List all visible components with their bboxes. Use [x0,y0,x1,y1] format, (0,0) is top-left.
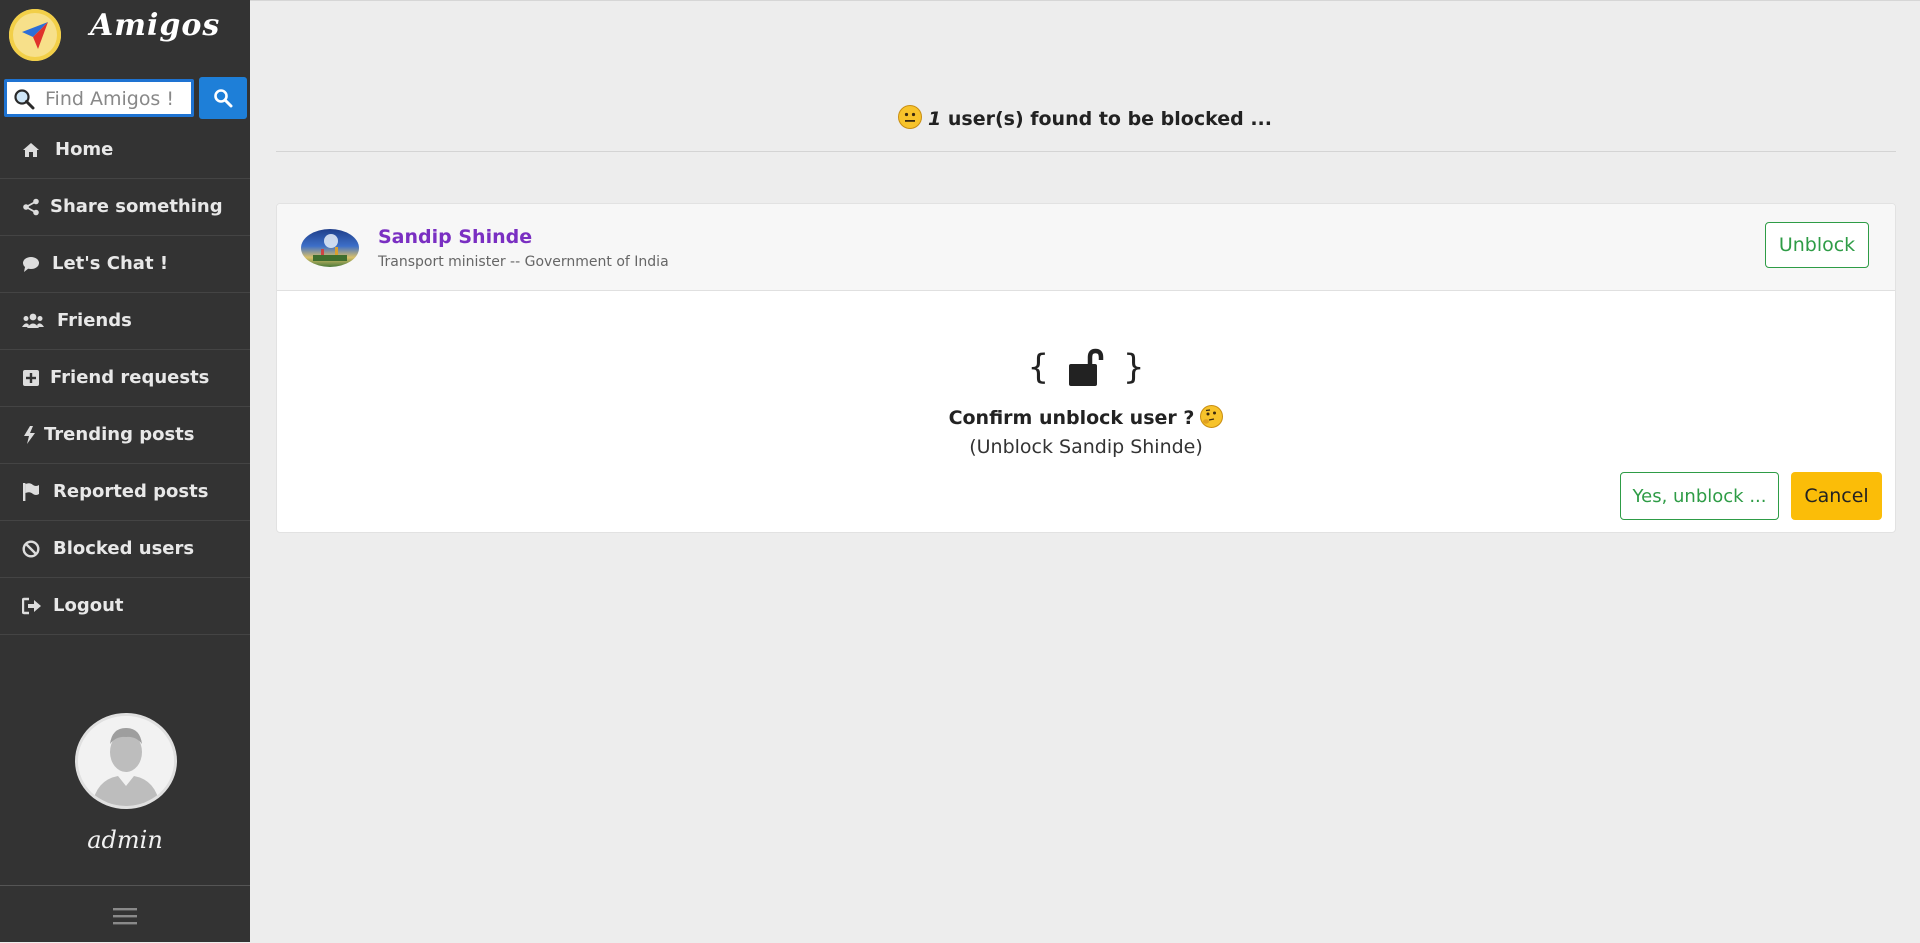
sidebar-item-label: Let's Chat ! [52,253,169,274]
sidebar-item-label: Logout [53,595,124,616]
unblock-button[interactable]: Unblock [1765,222,1869,268]
sidebar-item-label: Home [55,139,114,160]
sidebar-item-share[interactable]: Share something [0,179,250,236]
sidebar-item-reported[interactable]: Reported posts [0,464,250,521]
brace-close: } [1122,347,1145,388]
sidebar-divider [0,885,250,886]
unlock-icon [1069,348,1104,386]
sidebar-item-logout[interactable]: Logout [0,578,250,635]
app-logo[interactable] [9,9,61,61]
sidebar-nav: Home Share something Let's Chat ! Friend… [0,122,250,635]
users-icon [22,313,44,328]
sign-out-icon [22,597,41,615]
flag-icon [23,483,39,501]
plus-square-icon [23,370,39,386]
sidebar-item-chat[interactable]: Let's Chat ! [0,236,250,293]
search-field[interactable] [4,79,194,117]
hamburger-menu-icon[interactable] [113,906,137,926]
sidebar-item-label: Friend requests [50,367,210,388]
blocked-user-name[interactable]: Sandip Shinde [378,226,532,248]
ban-icon [22,540,40,558]
divider [276,151,1896,152]
profile-name: admin [87,826,163,854]
blocked-user-header: Sandip Shinde Transport minister -- Gove… [277,204,1895,291]
confirm-subtitle: (Unblock Sandip Shinde) [969,436,1203,458]
sidebar-item-label: Friends [57,310,132,331]
thinking-face-icon [1200,405,1224,428]
sidebar-item-label: Trending posts [44,424,195,445]
home-icon [23,143,39,157]
share-icon [23,198,39,216]
sidebar-item-friend-requests[interactable]: Friend requests [0,350,250,407]
sidebar-item-home[interactable]: Home [0,122,250,179]
chat-icon [23,257,39,272]
confirm-title: Confirm unblock user ? [277,405,1895,429]
main-content: 1 user(s) found to be blocked ... Sandip… [250,0,1920,943]
neutral-face-icon [898,105,922,129]
user-silhouette-icon [78,716,174,806]
search-input[interactable] [45,86,190,112]
sidebar-item-label: Blocked users [53,538,195,559]
confirm-title-text: Confirm unblock user ? [948,407,1195,429]
search-button[interactable] [199,77,247,119]
blocked-user-description: Transport minister -- Government of Indi… [378,254,669,270]
cancel-button[interactable]: Cancel [1791,472,1882,520]
blocked-summary-text: user(s) found to be blocked ... [947,108,1272,130]
bolt-icon [24,426,35,444]
sidebar-item-label: Reported posts [53,481,209,502]
sidebar-item-label: Share something [50,196,223,217]
sidebar-item-trending[interactable]: Trending posts [0,407,250,464]
sidebar-item-blocked[interactable]: Blocked users [0,521,250,578]
sidebar: Amigos Home Share something [0,0,250,942]
compass-arrow-icon [22,22,48,49]
brace-open: { [1027,347,1050,388]
search-icon [214,89,233,108]
app-name: Amigos [90,8,221,43]
profile-avatar[interactable] [75,713,177,809]
blocked-user-card: Sandip Shinde Transport minister -- Gove… [276,203,1896,533]
magnifier-icon [14,89,35,110]
brand: Amigos [0,0,250,72]
unlock-graphic: { } [277,346,1895,388]
confirm-unblock-button[interactable]: Yes, unblock ... [1620,472,1779,520]
blocked-summary: 1 user(s) found to be blocked ... [250,105,1920,130]
blocked-count: 1 [928,108,942,130]
user-avatar[interactable] [301,229,359,267]
sidebar-item-friends[interactable]: Friends [0,293,250,350]
